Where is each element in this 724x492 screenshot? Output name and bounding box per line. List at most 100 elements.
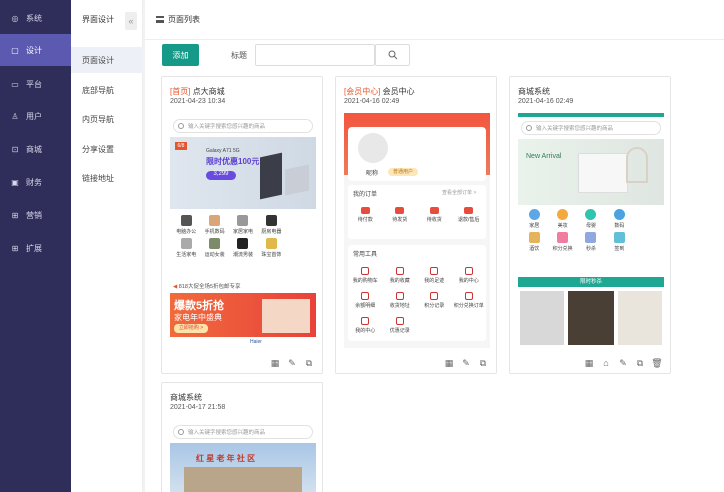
- card-date: 2021-04-16 02:49: [518, 98, 574, 105]
- category-item[interactable]: 美妆: [548, 209, 576, 229]
- sidebar-item-design[interactable]: ▢ 设计: [0, 34, 71, 66]
- category-item[interactable]: 生活家电: [172, 238, 200, 258]
- monitor-icon: ▭: [11, 79, 19, 89]
- qrcode-icon[interactable]: ▦: [444, 358, 454, 368]
- sidebar-item-label: 营销: [26, 210, 42, 220]
- sidebar-item-shop[interactable]: ⊡ 商城: [0, 133, 71, 165]
- category-item[interactable]: 电脑办公: [172, 215, 200, 235]
- tool-item[interactable]: 我的足迹: [417, 267, 452, 284]
- collapse-submenu-button[interactable]: «: [125, 12, 137, 30]
- category-item[interactable]: 运动女装: [200, 238, 228, 258]
- category-item[interactable]: 厨房电器: [257, 215, 285, 235]
- category-item[interactable]: 酒饮: [520, 232, 548, 252]
- category-item[interactable]: [286, 238, 314, 258]
- delete-icon[interactable]: 🗑: [651, 358, 662, 368]
- tool-item[interactable]: 优惠记录: [383, 317, 418, 334]
- copy-icon[interactable]: ⧉: [478, 358, 488, 368]
- submenu-item-share[interactable]: 分享设置: [71, 136, 143, 162]
- order-status-item[interactable]: 待收货: [417, 207, 452, 223]
- category-item[interactable]: 签到: [605, 232, 633, 252]
- category-item[interactable]: 积分兑换: [548, 232, 576, 252]
- edit-icon[interactable]: ✎: [618, 358, 628, 368]
- banner-text: 限时优惠100元: [206, 157, 260, 166]
- banner-text: 红 星 老 年 社 区: [196, 454, 256, 463]
- tools-grid: 我的购物车 我的收藏 我的足迹 我的中心 余额明细 收货地址 积分记录 积分兑换…: [348, 267, 486, 334]
- category-item[interactable]: [634, 209, 662, 229]
- sidebar-item-platform[interactable]: ▭ 平台: [0, 68, 71, 100]
- avatar: [358, 133, 388, 163]
- qrcode-icon[interactable]: ▦: [584, 358, 594, 368]
- edit-icon[interactable]: ✎: [461, 358, 471, 368]
- order-status-item[interactable]: 退款/售后: [452, 207, 487, 223]
- submenu-title: 界面设计: [82, 15, 114, 24]
- copy-icon[interactable]: ⧉: [635, 358, 645, 368]
- tool-item[interactable]: 我的中心: [348, 317, 383, 334]
- promo-banner: 爆款5折抢 家电年中盛典 立即抢购 >: [170, 293, 316, 337]
- preview-banner: 6/8 Galaxy A71 5G 限时优惠100元 3,299: [170, 137, 316, 209]
- search-button[interactable]: [375, 44, 410, 66]
- submenu-item-page-design[interactable]: 页面设计: [71, 47, 143, 73]
- qrcode-icon[interactable]: ▦: [270, 358, 280, 368]
- category-item[interactable]: 珠宝首饰: [257, 238, 285, 258]
- category-item[interactable]: 家居家电: [229, 215, 257, 235]
- category-grid: 家居 美妆 母婴 数码 酒饮 积分兑换 秒杀 签到: [520, 209, 662, 252]
- category-item[interactable]: [286, 215, 314, 235]
- order-status-item[interactable]: 待发货: [383, 207, 418, 223]
- gear-icon: ◎: [11, 13, 19, 23]
- submenu-item-inner-nav[interactable]: 内页导航: [71, 106, 143, 132]
- page-header: 页面列表: [145, 0, 724, 40]
- tool-item[interactable]: 我的购物车: [348, 267, 383, 284]
- page-card: 商城系统 2021-04-17 21:58 输入关键字搜索您感兴趣的商品 红 星…: [161, 382, 323, 492]
- title-search-input[interactable]: [255, 44, 375, 66]
- sidebar-item-finance[interactable]: ▣ 财务: [0, 166, 71, 198]
- edit-icon[interactable]: ✎: [287, 358, 297, 368]
- card-actions: ▦ ⌂ ✎ ⧉ 🗑: [584, 358, 663, 369]
- category-item[interactable]: 秒杀: [577, 232, 605, 252]
- list-icon: [156, 16, 164, 23]
- tool-item[interactable]: 积分记录: [417, 292, 452, 309]
- search-icon: [388, 50, 397, 60]
- category-grid: 电脑办公 手机数码 家居家电 厨房电器 生活家电 运动女装 潮流男装 珠宝首饰: [172, 215, 314, 258]
- category-item[interactable]: [634, 232, 662, 252]
- tool-item[interactable]: 积分兑换订单: [452, 292, 487, 309]
- sidebar-item-extend[interactable]: ⊞ 扩展: [0, 232, 71, 264]
- category-item[interactable]: 家居: [520, 209, 548, 229]
- sidebar-item-label: 用户: [26, 111, 42, 121]
- card-actions: ▦ ✎ ⧉: [444, 358, 488, 368]
- gift-icon: ⊞: [11, 210, 19, 220]
- card-tag: [会员中心]: [344, 87, 381, 96]
- category-item[interactable]: 潮流男装: [229, 238, 257, 258]
- tool-item[interactable]: 收货地址: [383, 292, 418, 309]
- card-title: 商城系统: [518, 86, 550, 97]
- sidebar-item-users[interactable]: ♙ 用户: [0, 100, 71, 132]
- mirror-image: [626, 147, 648, 183]
- tool-item[interactable]: 我的收藏: [383, 267, 418, 284]
- badge-618: 6/8: [175, 142, 187, 150]
- search-icon: [178, 123, 184, 129]
- home-icon[interactable]: ⌂: [601, 358, 611, 368]
- sidebar-item-marketing[interactable]: ⊞ 营销: [0, 199, 71, 231]
- design-icon: ▢: [11, 45, 19, 55]
- order-status-grid: 待付款 待发货 待收货 退款/售后: [348, 207, 486, 223]
- add-button[interactable]: 添加: [162, 44, 199, 66]
- category-item[interactable]: 母婴: [577, 209, 605, 229]
- search-hint: 输入关键字搜索您感兴趣的商品: [536, 126, 614, 132]
- category-item[interactable]: 手机数码: [200, 215, 228, 235]
- product-image: [568, 291, 614, 345]
- category-item[interactable]: 数码: [605, 209, 633, 229]
- sidebar-item-system[interactable]: ◎ 系统: [0, 2, 71, 34]
- furniture-image: [578, 153, 628, 193]
- preview-search-bar: 输入关键字搜索您感兴趣的商品: [173, 119, 313, 133]
- tool-item[interactable]: 我的中心: [452, 267, 487, 284]
- sidebar-item-label: 财务: [26, 177, 42, 187]
- order-status-item[interactable]: 待付款: [348, 207, 383, 223]
- copy-icon[interactable]: ⧉: [304, 358, 314, 368]
- submenu-item-bottom-nav[interactable]: 底部导航: [71, 77, 143, 103]
- phone-image: [285, 164, 309, 196]
- tool-item[interactable]: 余额明细: [348, 292, 383, 309]
- preview-search-bar: 输入关键字搜索您感兴趣的商品: [521, 121, 661, 135]
- user-icon: ♙: [11, 111, 19, 121]
- page-preview: 输入关键字搜索您感兴趣的商品 New Arrival 家居 美妆 母婴 数码 酒…: [518, 113, 664, 345]
- submenu-item-links[interactable]: 链接地址: [71, 165, 143, 191]
- preview-banner: New Arrival: [518, 139, 664, 205]
